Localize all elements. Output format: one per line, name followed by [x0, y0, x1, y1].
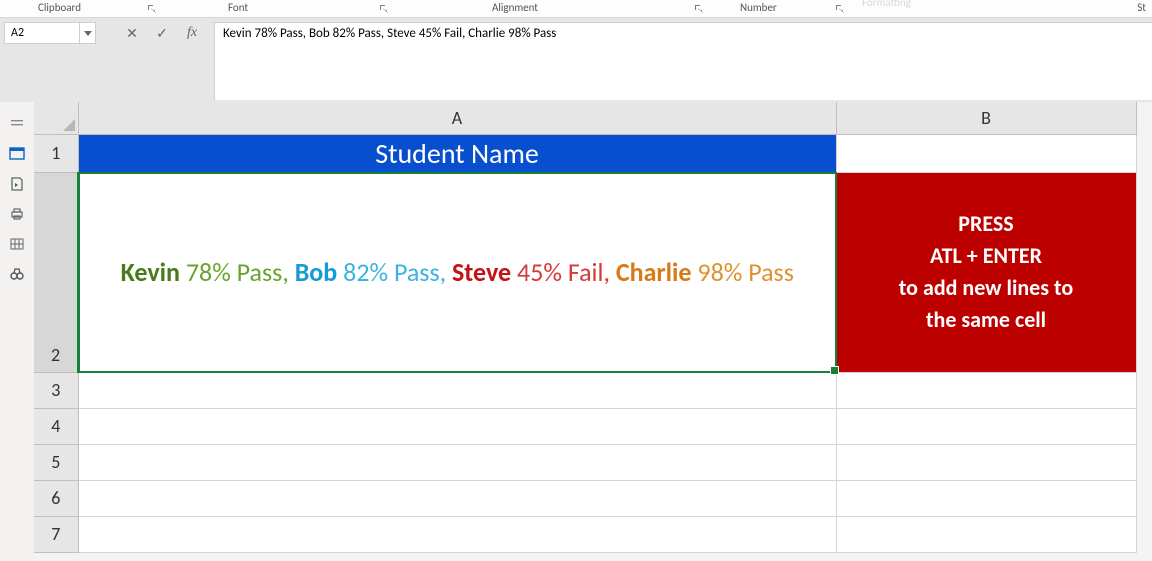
- segment-charlie-pct: 98% Pass: [697, 256, 793, 288]
- segment-bob-pct: 82% Pass,: [343, 256, 446, 288]
- cell-A6[interactable]: [78, 480, 836, 516]
- cell-B4[interactable]: [836, 408, 1136, 444]
- cell-B2[interactable]: PRESS ATL + ENTER to add new lines to th…: [836, 172, 1136, 372]
- cell-A5[interactable]: [78, 444, 836, 480]
- worksheet-grid[interactable]: A B 1 Student Name 2 Kevin 78% Pass, Bob…: [34, 102, 1152, 561]
- handle-icon[interactable]: [9, 116, 25, 132]
- ribbon-number-label: Number: [740, 1, 777, 14]
- dialog-launcher-icon[interactable]: [695, 5, 703, 13]
- cell-A2[interactable]: Kevin 78% Pass, Bob 82% Pass, Steve 45% …: [78, 172, 836, 372]
- insert-function-icon[interactable]: fx: [184, 25, 200, 41]
- ribbon-formatting-ghost: Formatting: [862, 0, 911, 9]
- ribbon-group-labels: Clipboard Font Alignment Number Formatti…: [0, 0, 1152, 18]
- ribbon-alignment-label: Alignment: [492, 1, 538, 14]
- row-header-1[interactable]: 1: [34, 134, 78, 172]
- message-line3: to add new lines to: [853, 272, 1120, 304]
- formula-input[interactable]: Kevin 78% Pass, Bob 82% Pass, Steve 45% …: [214, 22, 1152, 102]
- row-header-5[interactable]: 5: [34, 444, 78, 480]
- cell-B6[interactable]: [836, 480, 1136, 516]
- segment-steve: Steve: [452, 256, 511, 288]
- message-line1: PRESS: [853, 208, 1120, 240]
- grid-icon[interactable]: [9, 236, 25, 252]
- segment-kevin: Kevin: [121, 256, 180, 288]
- formula-bar: A2 ✕ ✓ fx Kevin 78% Pass, Bob 82% Pass, …: [0, 18, 1152, 102]
- dialog-launcher-icon[interactable]: [836, 5, 844, 13]
- dialog-launcher-icon[interactable]: [148, 5, 156, 13]
- cell-B3[interactable]: [836, 372, 1136, 408]
- cell-A1[interactable]: Student Name: [78, 134, 836, 172]
- printer-icon[interactable]: [9, 206, 25, 222]
- cell-A3[interactable]: [78, 372, 836, 408]
- window-icon[interactable]: [9, 146, 25, 162]
- row-header-3[interactable]: 3: [34, 372, 78, 408]
- row-header-4[interactable]: 4: [34, 408, 78, 444]
- cell-B5[interactable]: [836, 444, 1136, 480]
- cell-A7[interactable]: [78, 516, 836, 552]
- segment-steve-pct: 45% Fail,: [517, 256, 610, 288]
- ribbon-clipboard-label: Clipboard: [38, 1, 81, 14]
- name-box-value: A2: [11, 26, 24, 40]
- row-header-2[interactable]: 2: [34, 172, 78, 372]
- cell-B1[interactable]: [836, 134, 1136, 172]
- name-box-dropdown[interactable]: [80, 22, 96, 44]
- cancel-icon[interactable]: ✕: [124, 25, 140, 42]
- binoculars-icon[interactable]: [9, 266, 25, 282]
- quick-access-strip: [0, 102, 34, 561]
- enter-icon[interactable]: ✓: [154, 25, 170, 42]
- formula-text: Kevin 78% Pass, Bob 82% Pass, Steve 45% …: [223, 26, 556, 41]
- message-line2: ATL + ENTER: [853, 240, 1120, 272]
- column-header-B[interactable]: B: [836, 102, 1136, 134]
- column-header-A[interactable]: A: [78, 102, 836, 134]
- row-header-7[interactable]: 7: [34, 516, 78, 552]
- note-icon[interactable]: [9, 176, 25, 192]
- cell-B7[interactable]: [836, 516, 1136, 552]
- segment-charlie: Charlie: [616, 256, 692, 288]
- select-all-corner[interactable]: [34, 102, 78, 134]
- ribbon-styles-suffix: St: [1137, 1, 1146, 14]
- segment-bob: Bob: [295, 256, 338, 288]
- ribbon-font-label: Font: [228, 1, 248, 14]
- name-box[interactable]: A2: [4, 22, 80, 44]
- segment-kevin-pct: 78% Pass,: [186, 256, 289, 288]
- dialog-launcher-icon[interactable]: [380, 5, 388, 13]
- cell-A4[interactable]: [78, 408, 836, 444]
- message-line4: the same cell: [853, 304, 1120, 336]
- row-header-6[interactable]: 6: [34, 480, 78, 516]
